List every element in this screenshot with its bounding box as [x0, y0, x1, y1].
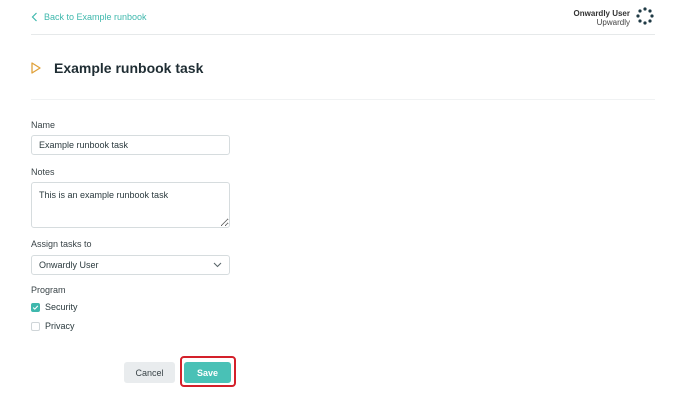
assign-select-value: Onwardly User	[39, 260, 99, 270]
program-option-security[interactable]: Security	[31, 302, 78, 312]
section-divider	[31, 99, 655, 100]
privacy-label: Privacy	[45, 321, 75, 331]
assign-select[interactable]: Onwardly User	[31, 255, 230, 275]
name-label: Name	[31, 120, 56, 130]
security-checkbox[interactable]	[31, 302, 40, 312]
security-label: Security	[45, 302, 78, 312]
dotted-ring-logo	[636, 7, 654, 25]
privacy-checkbox[interactable]	[31, 321, 40, 331]
notes-textarea[interactable]	[31, 182, 230, 228]
chevron-left-icon	[31, 12, 37, 22]
user-menu[interactable]: Onwardly User Upwardly	[574, 9, 630, 27]
header-divider	[31, 34, 655, 35]
page-title: Example runbook task	[54, 60, 204, 76]
assign-label: Assign tasks to	[31, 239, 92, 249]
name-input[interactable]	[31, 135, 230, 155]
notes-label: Notes	[31, 167, 55, 177]
chevron-down-icon	[213, 262, 222, 268]
cancel-button[interactable]: Cancel	[124, 362, 175, 383]
play-outline-icon	[31, 62, 41, 74]
user-name: Onwardly User	[573, 9, 630, 18]
program-option-privacy[interactable]: Privacy	[31, 321, 75, 331]
program-label: Program	[31, 285, 66, 295]
back-link-label: Back to Example runbook	[44, 12, 147, 22]
user-org: Upwardly	[596, 18, 630, 27]
task-editor-page: Back to Example runbook Onwardly User Up…	[0, 0, 688, 396]
title-row: Example runbook task	[31, 60, 203, 76]
check-icon	[32, 304, 39, 310]
back-link[interactable]: Back to Example runbook	[31, 12, 147, 22]
save-button[interactable]: Save	[184, 362, 231, 383]
